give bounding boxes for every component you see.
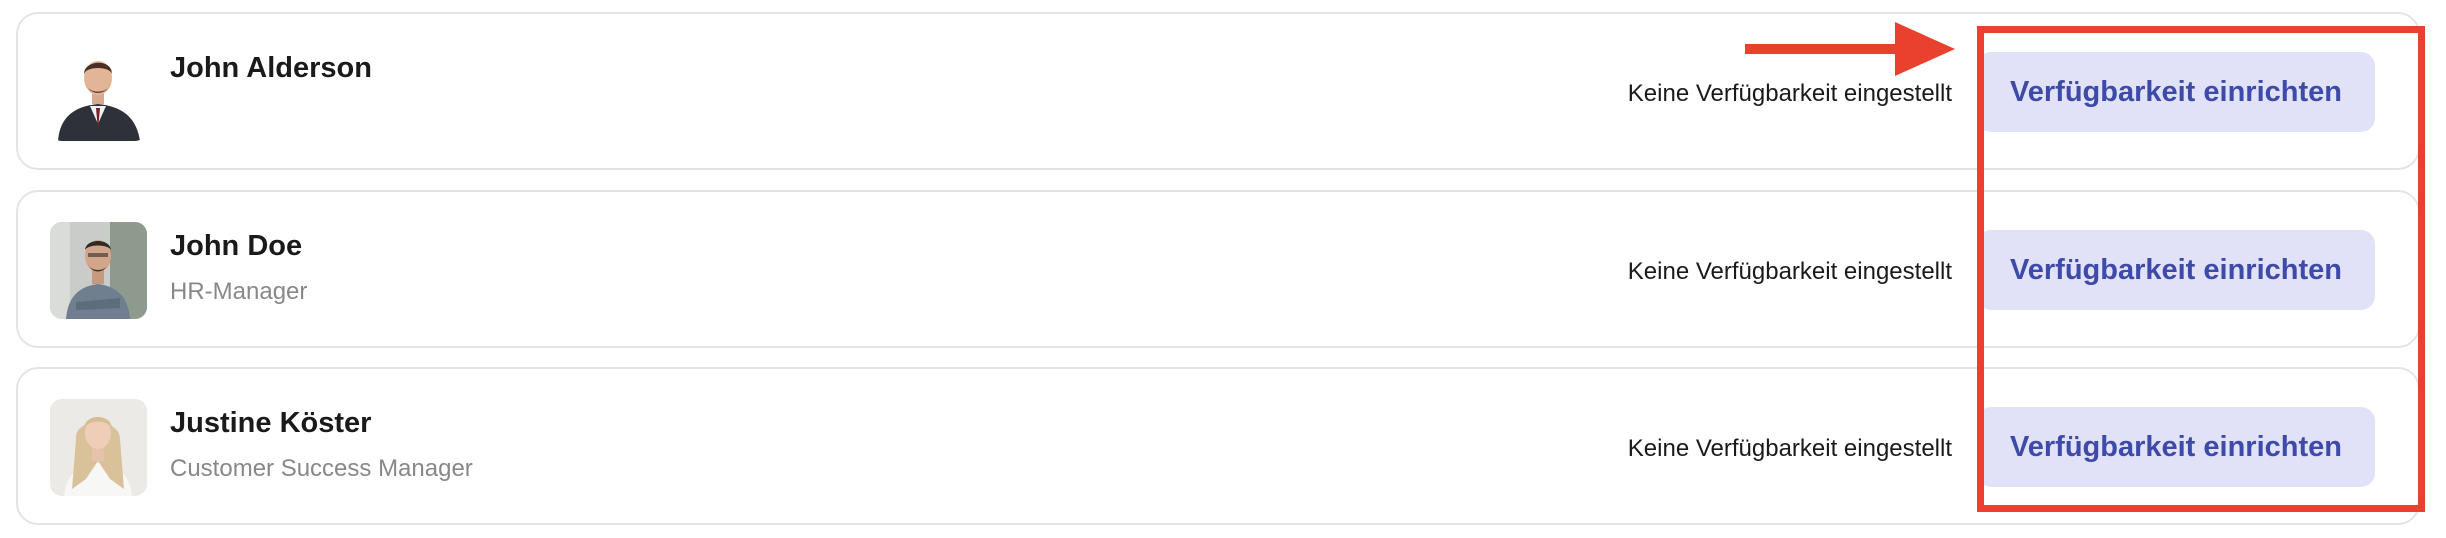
avatar (50, 44, 147, 141)
setup-availability-button[interactable]: Verfügbarkeit einrichten (1977, 407, 2375, 487)
employee-availability-list: John Alderson Keine Verfügbarkeit einges… (0, 0, 2446, 538)
availability-status: Keine Verfügbarkeit eingestellt (1627, 435, 1952, 462)
availability-status: Keine Verfügbarkeit eingestellt (1627, 80, 1952, 107)
employee-name: John Doe (170, 230, 303, 262)
employee-role: Customer Success Manager (170, 455, 473, 482)
avatar (50, 399, 147, 496)
availability-status: Keine Verfügbarkeit eingestellt (1627, 258, 1952, 285)
avatar (50, 222, 147, 319)
employee-name: Justine Köster (170, 407, 372, 439)
employee-role: HR-Manager (170, 278, 308, 305)
setup-availability-button[interactable]: Verfügbarkeit einrichten (1977, 52, 2375, 132)
setup-availability-button[interactable]: Verfügbarkeit einrichten (1977, 230, 2375, 310)
employee-name: John Alderson (170, 52, 372, 84)
